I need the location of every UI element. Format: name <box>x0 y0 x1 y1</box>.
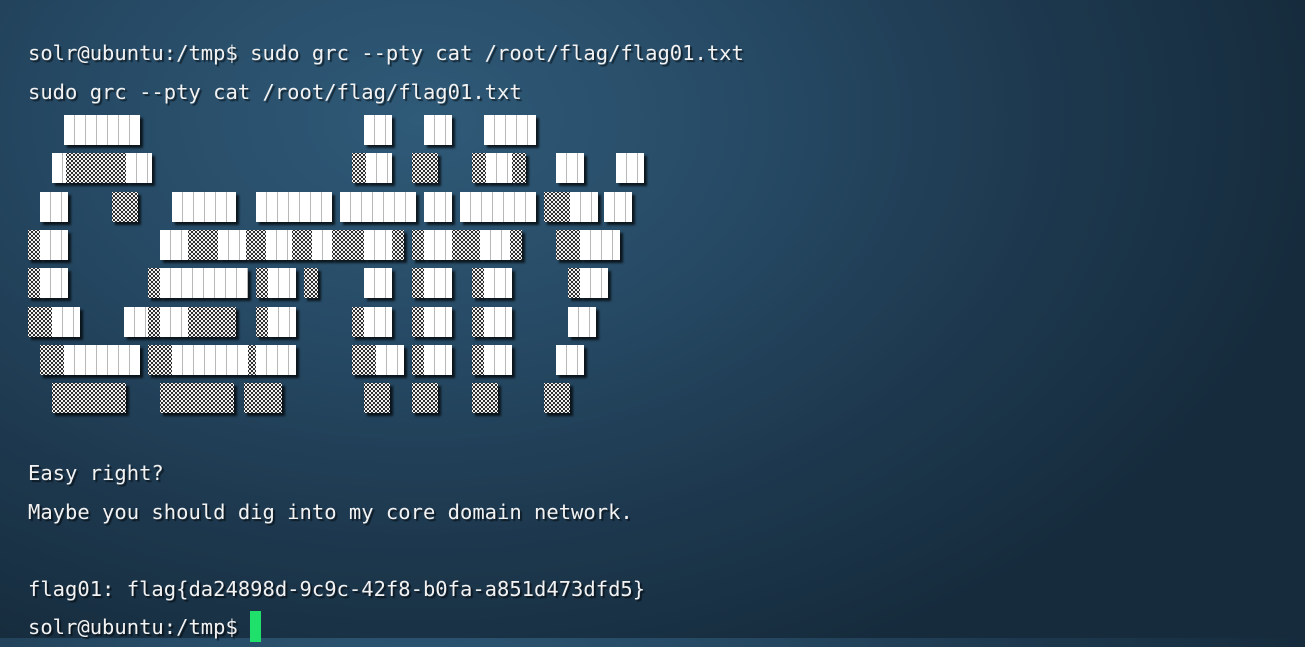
message-easy: Easy right? <box>28 461 164 485</box>
terminal-window[interactable]: solr@ubuntu:/tmp$ sudo grc --pty cat /ro… <box>28 34 1288 642</box>
shell-prompt-current: solr@ubuntu:/tmp$ <box>28 615 238 639</box>
prompt-line[interactable]: solr@ubuntu:/tmp$ <box>28 608 645 647</box>
command-echo: sudo grc --pty cat /root/flag/flag01.txt <box>28 79 522 104</box>
message-hint: Maybe you should dig into my core domain… <box>28 499 633 524</box>
flag-line: flag01: flag{da24898d-9c9c-42f8-b0fa-a85… <box>28 576 646 601</box>
banner-art <box>28 111 668 419</box>
shell-prompt: solr@ubuntu:/tmp$ <box>28 41 238 65</box>
command-line: solr@ubuntu:/tmp$ sudo grc --pty cat /ro… <box>28 34 1288 73</box>
cursor-block <box>250 611 262 642</box>
command-text: sudo grc --pty cat /root/flag/flag01.txt <box>237 41 744 65</box>
